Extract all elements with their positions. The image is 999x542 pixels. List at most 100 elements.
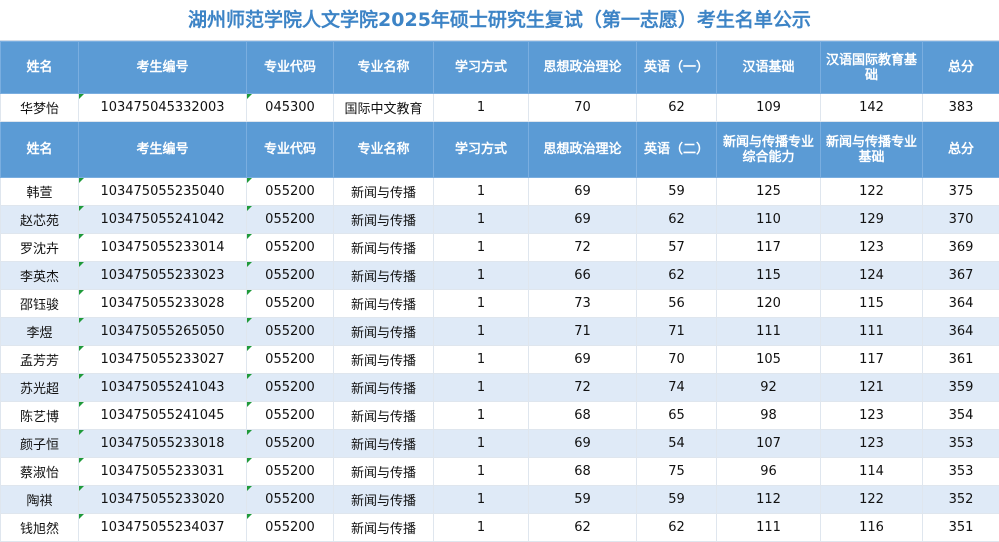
cell-politics-score[interactable]: 69 [529, 206, 637, 234]
cell-politics-score[interactable]: 73 [529, 290, 637, 318]
cell-total-score[interactable]: 351 [923, 514, 999, 542]
cell-major-name[interactable]: 新闻与传播 [334, 234, 434, 262]
cell-english-score[interactable]: 56 [637, 290, 717, 318]
cell-exam-id[interactable]: 103475055233031 [79, 458, 247, 486]
cell-english-score[interactable]: 57 [637, 234, 717, 262]
cell-politics-score[interactable]: 69 [529, 346, 637, 374]
cell-name[interactable]: 陶祺 [1, 486, 79, 514]
cell-subject2-score[interactable]: 123 [821, 234, 923, 262]
cell-subject2-score[interactable]: 121 [821, 374, 923, 402]
cell-study-mode[interactable]: 1 [434, 178, 529, 206]
cell-name[interactable]: 孟芳芳 [1, 346, 79, 374]
cell-subject1-score[interactable]: 96 [717, 458, 821, 486]
cell-english-score[interactable]: 65 [637, 402, 717, 430]
cell-subject2-score[interactable]: 115 [821, 290, 923, 318]
cell-subject1-score[interactable]: 120 [717, 290, 821, 318]
cell-major-name[interactable]: 新闻与传播 [334, 458, 434, 486]
cell-name[interactable]: 李煜 [1, 318, 79, 346]
cell-major-code[interactable]: 055200 [247, 514, 334, 542]
cell-name[interactable]: 邵钰骏 [1, 290, 79, 318]
cell-major-name[interactable]: 新闻与传播 [334, 290, 434, 318]
cell-exam-id[interactable]: 103475055233014 [79, 234, 247, 262]
cell-exam-id[interactable]: 103475055241043 [79, 374, 247, 402]
cell-english-score[interactable]: 71 [637, 318, 717, 346]
cell-subject2-score[interactable]: 124 [821, 262, 923, 290]
cell-total-score[interactable]: 353 [923, 458, 999, 486]
cell-major-name[interactable]: 国际中文教育 [334, 94, 434, 122]
cell-name[interactable]: 钱旭然 [1, 514, 79, 542]
cell-subject2-score[interactable]: 142 [821, 94, 923, 122]
cell-major-code[interactable]: 055200 [247, 346, 334, 374]
cell-study-mode[interactable]: 1 [434, 486, 529, 514]
cell-study-mode[interactable]: 1 [434, 290, 529, 318]
cell-major-code[interactable]: 055200 [247, 206, 334, 234]
cell-major-code[interactable]: 055200 [247, 290, 334, 318]
cell-name[interactable]: 颜子恒 [1, 430, 79, 458]
cell-english-score[interactable]: 54 [637, 430, 717, 458]
cell-english-score[interactable]: 62 [637, 206, 717, 234]
cell-subject1-score[interactable]: 112 [717, 486, 821, 514]
cell-english-score[interactable]: 75 [637, 458, 717, 486]
cell-major-code[interactable]: 055200 [247, 234, 334, 262]
cell-total-score[interactable]: 370 [923, 206, 999, 234]
cell-study-mode[interactable]: 1 [434, 262, 529, 290]
cell-major-name[interactable]: 新闻与传播 [334, 178, 434, 206]
cell-major-code[interactable]: 055200 [247, 458, 334, 486]
cell-major-name[interactable]: 新闻与传播 [334, 402, 434, 430]
cell-total-score[interactable]: 359 [923, 374, 999, 402]
cell-politics-score[interactable]: 59 [529, 486, 637, 514]
cell-study-mode[interactable]: 1 [434, 458, 529, 486]
cell-total-score[interactable]: 364 [923, 318, 999, 346]
cell-english-score[interactable]: 62 [637, 94, 717, 122]
cell-major-name[interactable]: 新闻与传播 [334, 374, 434, 402]
cell-subject1-score[interactable]: 107 [717, 430, 821, 458]
cell-major-code[interactable]: 055200 [247, 318, 334, 346]
cell-major-code[interactable]: 055200 [247, 486, 334, 514]
cell-politics-score[interactable]: 68 [529, 458, 637, 486]
cell-study-mode[interactable]: 1 [434, 234, 529, 262]
cell-subject2-score[interactable]: 123 [821, 430, 923, 458]
cell-subject1-score[interactable]: 111 [717, 514, 821, 542]
cell-english-score[interactable]: 74 [637, 374, 717, 402]
cell-total-score[interactable]: 367 [923, 262, 999, 290]
cell-total-score[interactable]: 383 [923, 94, 999, 122]
cell-total-score[interactable]: 354 [923, 402, 999, 430]
cell-name[interactable]: 赵芯苑 [1, 206, 79, 234]
cell-exam-id[interactable]: 103475055265050 [79, 318, 247, 346]
cell-study-mode[interactable]: 1 [434, 346, 529, 374]
cell-exam-id[interactable]: 103475055241045 [79, 402, 247, 430]
cell-study-mode[interactable]: 1 [434, 402, 529, 430]
cell-subject1-score[interactable]: 115 [717, 262, 821, 290]
cell-major-code[interactable]: 055200 [247, 262, 334, 290]
cell-total-score[interactable]: 364 [923, 290, 999, 318]
cell-exam-id[interactable]: 103475055234037 [79, 514, 247, 542]
cell-politics-score[interactable]: 66 [529, 262, 637, 290]
cell-exam-id[interactable]: 103475055241042 [79, 206, 247, 234]
cell-study-mode[interactable]: 1 [434, 514, 529, 542]
cell-politics-score[interactable]: 70 [529, 94, 637, 122]
cell-exam-id[interactable]: 103475045332003 [79, 94, 247, 122]
cell-major-code[interactable]: 045300 [247, 94, 334, 122]
cell-major-name[interactable]: 新闻与传播 [334, 318, 434, 346]
cell-major-name[interactable]: 新闻与传播 [334, 486, 434, 514]
cell-subject1-score[interactable]: 117 [717, 234, 821, 262]
cell-subject2-score[interactable]: 114 [821, 458, 923, 486]
cell-english-score[interactable]: 62 [637, 514, 717, 542]
cell-exam-id[interactable]: 103475055233027 [79, 346, 247, 374]
cell-subject2-score[interactable]: 111 [821, 318, 923, 346]
cell-subject2-score[interactable]: 117 [821, 346, 923, 374]
cell-major-code[interactable]: 055200 [247, 402, 334, 430]
cell-name[interactable]: 李英杰 [1, 262, 79, 290]
cell-name[interactable]: 蔡淑怡 [1, 458, 79, 486]
cell-politics-score[interactable]: 71 [529, 318, 637, 346]
cell-subject1-score[interactable]: 92 [717, 374, 821, 402]
cell-english-score[interactable]: 62 [637, 262, 717, 290]
cell-politics-score[interactable]: 68 [529, 402, 637, 430]
cell-major-name[interactable]: 新闻与传播 [334, 206, 434, 234]
cell-exam-id[interactable]: 103475055233023 [79, 262, 247, 290]
cell-politics-score[interactable]: 62 [529, 514, 637, 542]
cell-total-score[interactable]: 375 [923, 178, 999, 206]
cell-study-mode[interactable]: 1 [434, 94, 529, 122]
cell-study-mode[interactable]: 1 [434, 318, 529, 346]
cell-major-name[interactable]: 新闻与传播 [334, 514, 434, 542]
